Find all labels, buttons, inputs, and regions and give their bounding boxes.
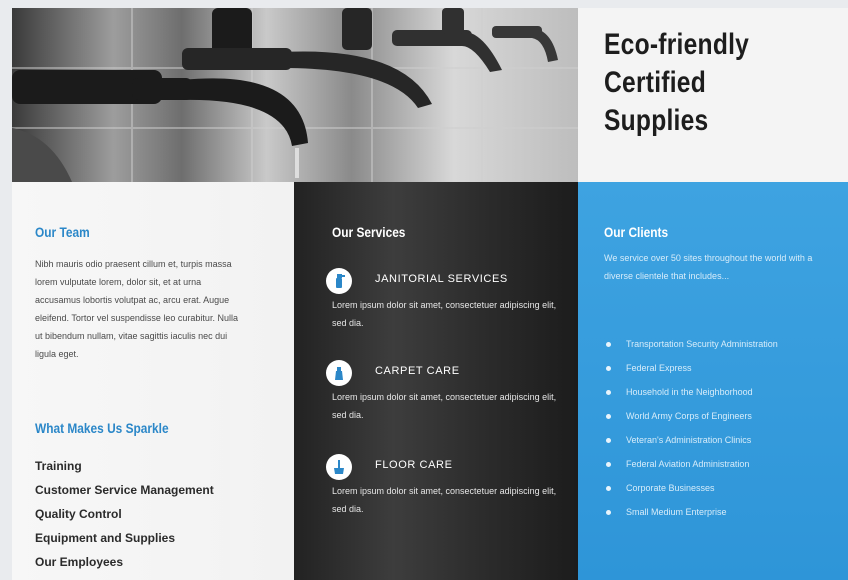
clients-list: Transportation Security Administration F… xyxy=(606,338,806,518)
left-column: Our Team Nibh mauris odio praesent cillu… xyxy=(12,182,294,580)
client-name: Federal Aviation Administration xyxy=(626,459,750,469)
bullet-icon xyxy=(606,342,611,347)
list-item: Equipment and Supplies xyxy=(35,531,176,545)
list-item: Training xyxy=(35,459,82,473)
list-item: Transportation Security Administration xyxy=(606,338,806,350)
title-line-3: Supplies xyxy=(604,104,709,137)
service-description: Lorem ipsum dolor sit amet, consectetuer… xyxy=(332,300,557,328)
client-name: Household in the Neighborhood xyxy=(626,387,753,397)
service-title: CARPET CARE xyxy=(375,365,460,377)
brochure: Eco-friendly Certified Supplies Our Team… xyxy=(12,8,848,580)
service-title: FLOOR CARE xyxy=(375,459,453,471)
sparkle-list: Training Customer Service Management Qua… xyxy=(35,454,214,574)
service-description: Lorem ipsum dolor sit amet, consectetuer… xyxy=(332,392,557,420)
bullet-icon xyxy=(606,438,611,443)
list-item: World Army Corps of Engineers xyxy=(606,410,806,422)
cleaner-bottle-icon xyxy=(326,360,352,386)
services-heading: Our Services xyxy=(332,224,406,240)
bullet-icon xyxy=(606,390,611,395)
brochure-title: Eco-friendly Certified Supplies xyxy=(604,26,749,140)
title-line-1: Eco-friendly xyxy=(604,28,750,61)
list-item: Veteran's Administration Clinics xyxy=(606,434,806,446)
faucets-photo xyxy=(12,8,578,182)
clients-column: Our Clients We service over 50 sites thr… xyxy=(578,182,848,580)
bullet-icon xyxy=(606,414,611,419)
title-panel: Eco-friendly Certified Supplies xyxy=(578,8,848,182)
client-name: Federal Express xyxy=(626,363,692,373)
service-description: Lorem ipsum dolor sit amet, consectetuer… xyxy=(332,486,557,514)
clients-heading: Our Clients xyxy=(604,224,669,240)
bullet-icon xyxy=(606,366,611,371)
list-item: Quality Control xyxy=(35,507,122,521)
list-item: Corporate Businesses xyxy=(606,482,806,494)
list-item: Federal Express xyxy=(606,362,806,374)
list-item: Federal Aviation Administration xyxy=(606,458,806,470)
client-name: Small Medium Enterprise xyxy=(626,507,727,517)
list-item: Customer Service Management xyxy=(35,483,214,497)
list-item: Household in the Neighborhood xyxy=(606,386,806,398)
sparkle-heading: What Makes Us Sparkle xyxy=(35,420,169,436)
clients-intro: We service over 50 sites throughout the … xyxy=(604,253,813,281)
spray-bottle-icon xyxy=(326,268,352,294)
services-column: Our Services JANITORIAL SERVICES Lorem i… xyxy=(294,182,578,580)
client-name: Veteran's Administration Clinics xyxy=(626,435,752,445)
bullet-icon xyxy=(606,510,611,515)
title-line-2: Certified xyxy=(604,66,707,99)
client-name: Transportation Security Administration xyxy=(626,339,778,349)
list-item: Small Medium Enterprise xyxy=(606,506,806,518)
faucets-illustration xyxy=(12,8,578,182)
client-name: Corporate Businesses xyxy=(626,483,715,493)
service-title: JANITORIAL SERVICES xyxy=(375,273,508,285)
mop-bucket-icon xyxy=(326,454,352,480)
bullet-icon xyxy=(606,462,611,467)
bullet-icon xyxy=(606,486,611,491)
client-name: World Army Corps of Engineers xyxy=(626,411,752,421)
team-heading: Our Team xyxy=(35,224,90,240)
team-paragraph: Nibh mauris odio praesent cillum et, tur… xyxy=(35,259,238,359)
list-item: Our Employees xyxy=(35,555,124,569)
